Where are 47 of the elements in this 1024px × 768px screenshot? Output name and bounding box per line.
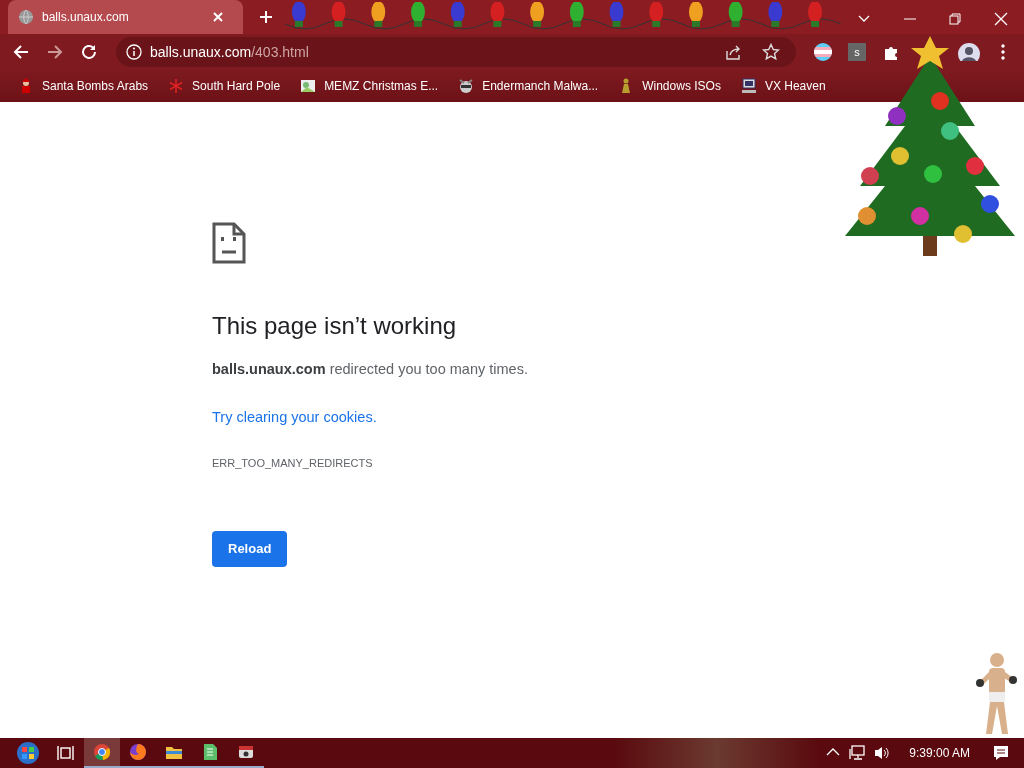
back-arrow-icon [12,43,30,61]
suggestion-link[interactable]: Try clearing your cookies. [212,408,377,425]
reload-icon [80,43,98,61]
app-window-icon [237,743,255,761]
plus-icon [259,10,274,24]
taskbar-clock[interactable]: 9:39:00 AM [909,744,970,762]
share-icon [724,43,742,61]
chrome-icon [93,743,111,761]
task-view-icon [57,744,75,762]
sad-page-icon [212,222,246,264]
document-icon [201,743,219,761]
windows-logo-icon [16,741,40,765]
info-icon [126,44,142,60]
browser-tab[interactable]: balls.unaux.com [8,0,244,34]
close-icon [212,11,225,23]
bookmark[interactable]: VX Heaven [734,75,832,97]
network-icon [849,744,866,762]
more-vertical-icon [998,43,1008,61]
computer-icon [740,78,757,94]
snowflake-icon [168,78,185,94]
tab-title: balls.unaux.com [42,9,130,26]
speaker-icon [873,744,890,762]
firefox-icon [129,743,147,761]
globe-icon [18,9,34,25]
flag-icon [814,43,832,61]
error-code: ERR_TOO_MANY_REDIRECTS [212,455,374,471]
close-icon [994,11,1009,26]
forward-arrow-icon [46,43,64,61]
url-text: balls.unaux.com/403.html [150,42,310,62]
extension-button[interactable]: s [842,37,872,67]
chat-bubble-icon [992,744,1010,762]
raccoon-icon [458,78,475,94]
bookmark[interactable]: Windows ISOs [612,75,727,97]
person-avatar-icon [958,43,980,61]
reload-page-button[interactable]: Reload [212,531,288,567]
bookmark[interactable]: MEMZ Christmas E... [294,75,445,97]
minimize-icon [903,17,916,20]
image-icon [300,78,317,94]
bookmark[interactable]: South Hard Pole [162,75,287,97]
star-icon [762,43,780,61]
restore-icon [948,11,963,26]
bookmark[interactable]: Santa Bombs Arabs [12,75,155,97]
address-bar[interactable]: balls.unaux.com/403.html [116,37,796,67]
error-heading: This page isn’t working [212,312,458,341]
error-message: balls.unaux.com redirected you too many times. [212,359,529,379]
taskbar-app-button[interactable] [84,738,120,768]
bookmark[interactable]: Endermanch Malwa... [452,75,605,97]
